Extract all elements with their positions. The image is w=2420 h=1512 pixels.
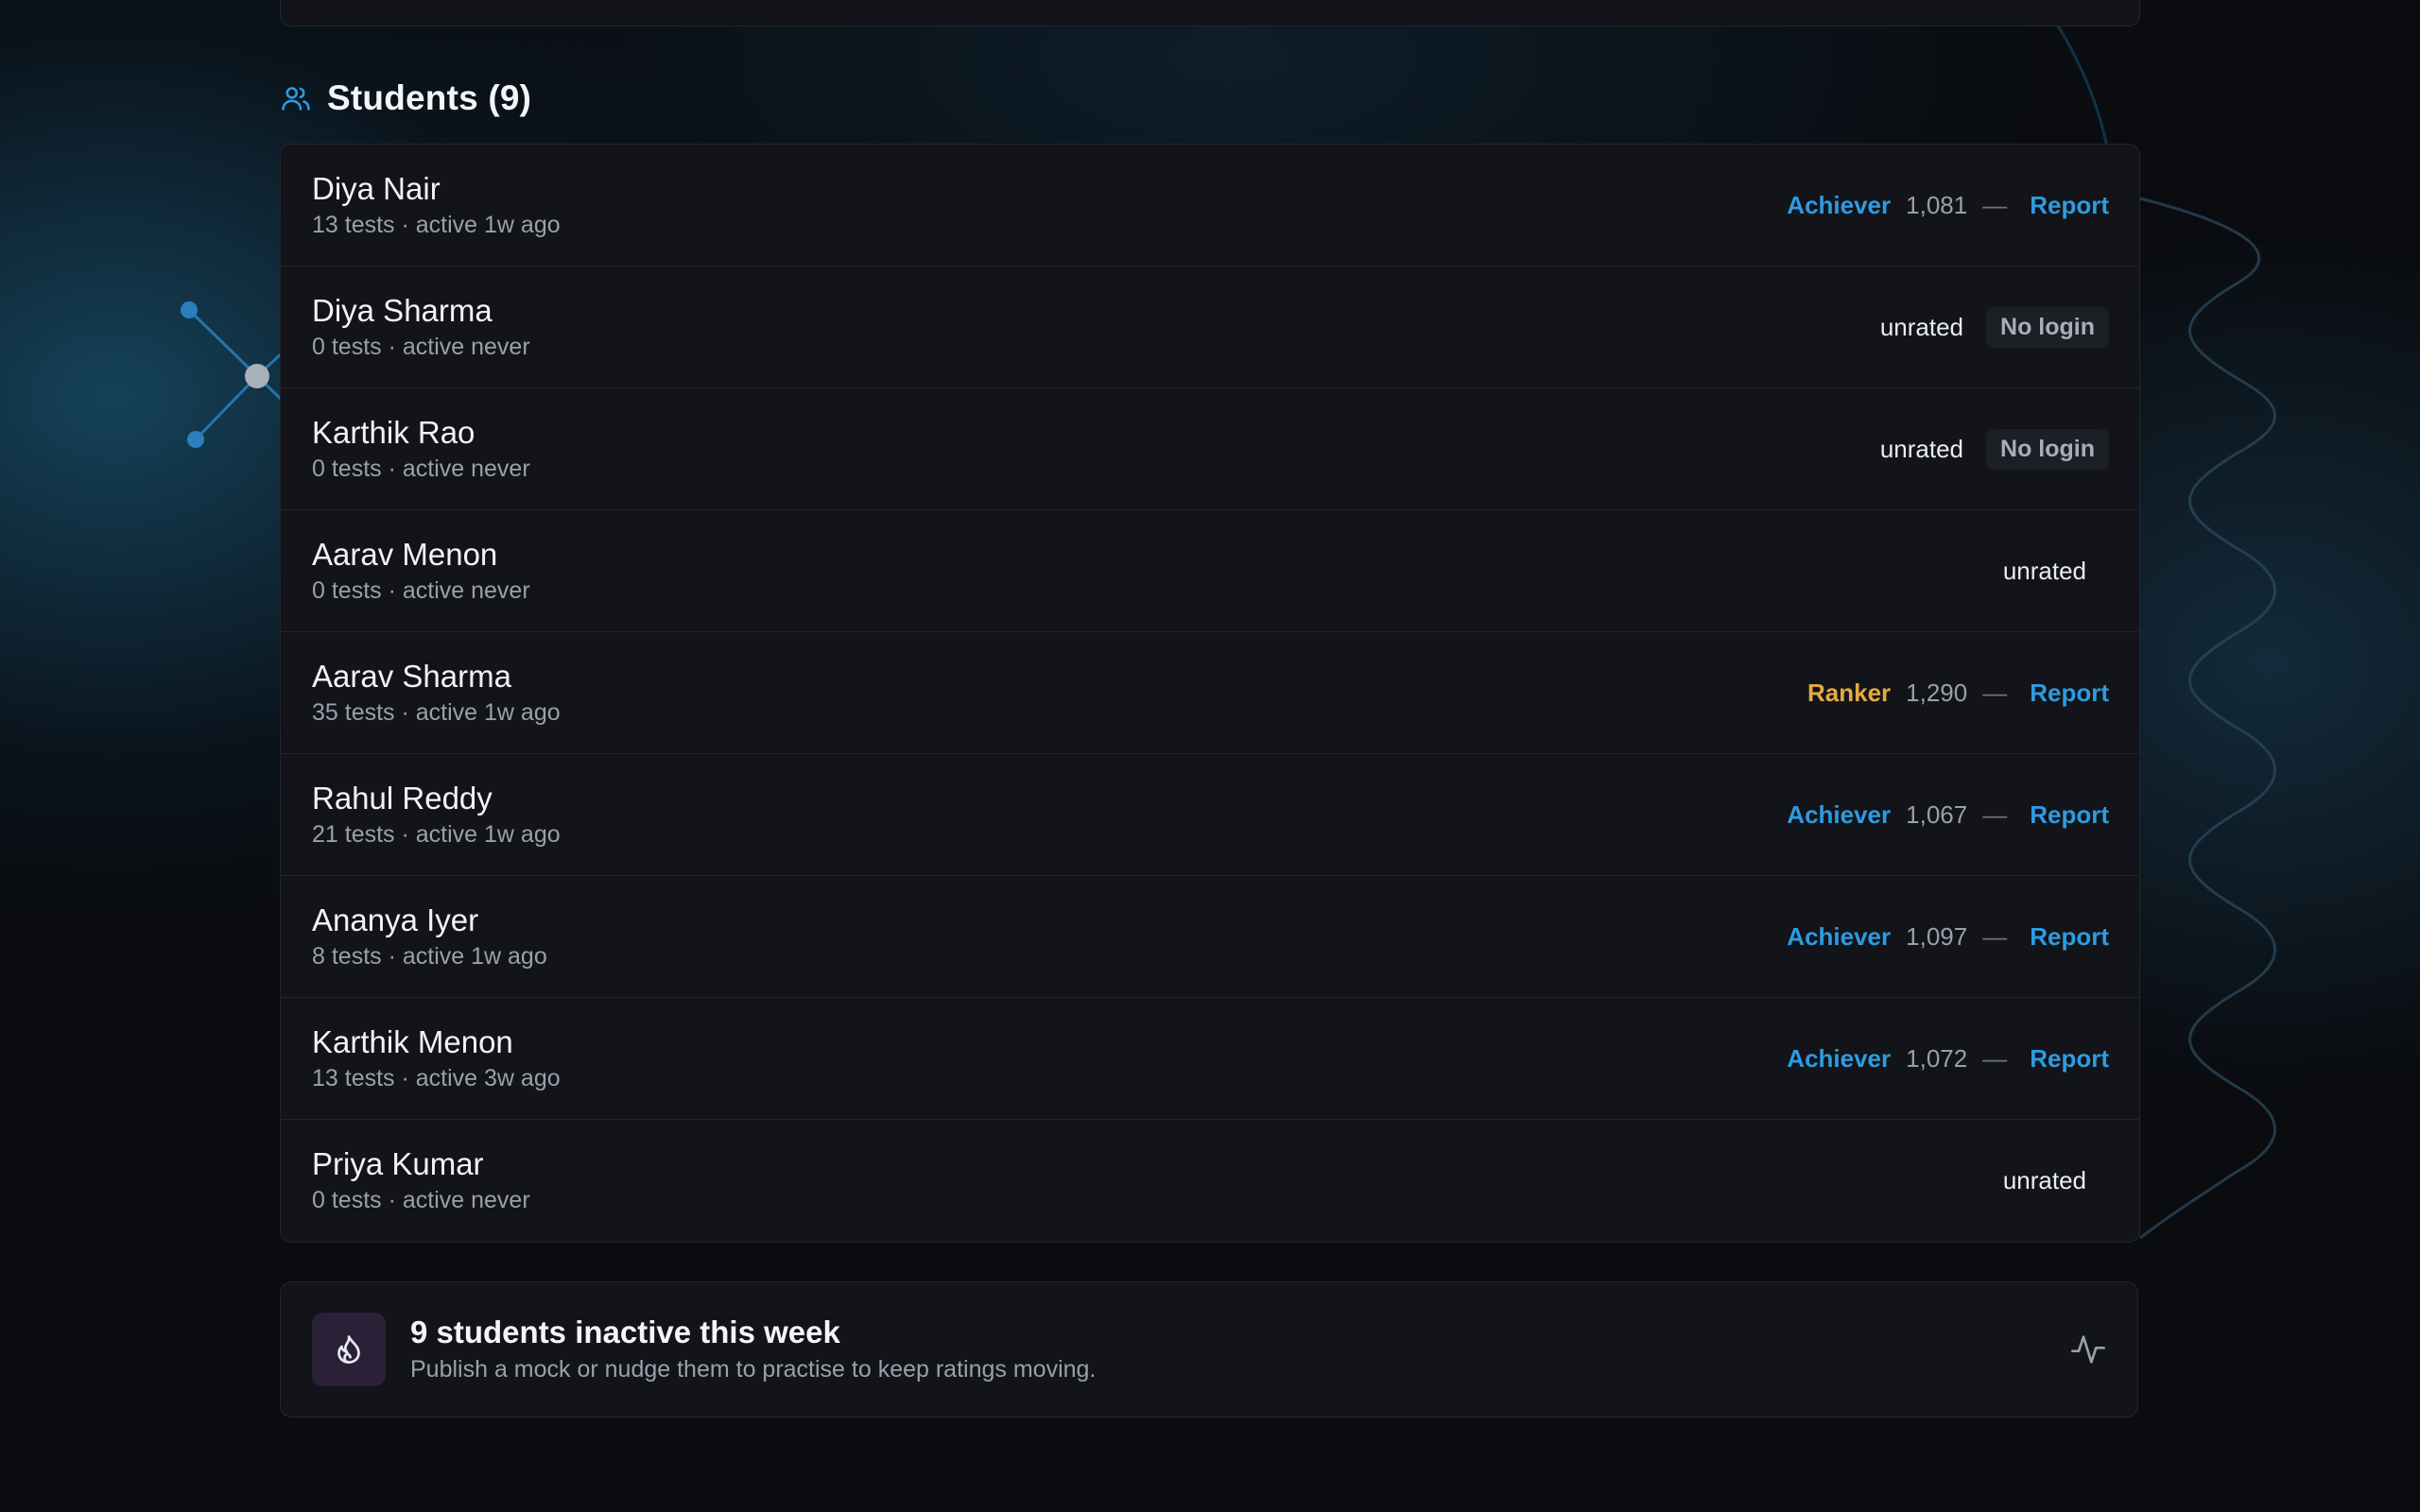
student-meta: 21 tests · active 1w ago (312, 820, 561, 848)
rating-value: 1,072 (1906, 1043, 1968, 1073)
student-info: Karthik Menon 13 tests · active 3w ago (312, 1023, 561, 1094)
student-row[interactable]: Ananya Iyer 8 tests · active 1w ago Achiev… (281, 876, 2139, 998)
student-name: Rahul Reddy (312, 780, 493, 816)
student-stats: Achiever 1,081 — Report (1787, 191, 2109, 220)
tier-label: Ranker (1806, 678, 1892, 707)
users-icon (280, 82, 312, 114)
student-row[interactable]: Diya Sharma 0 tests · active never unrated… (281, 266, 2139, 388)
unrated-label: unrated (1879, 312, 1964, 341)
banner-subtitle: Publish a mock or nudge them to practise… (410, 1356, 1097, 1383)
student-stats: Ranker 1,290 — Report (1807, 679, 2109, 708)
section-title: Students (9) (327, 78, 532, 117)
student-meta: 8 tests · active 1w ago (312, 942, 547, 970)
student-meta: 35 tests · active 1w ago (312, 698, 561, 726)
tier-label: Achiever (1787, 1043, 1892, 1073)
student-meta: 13 tests · active 1w ago (312, 211, 561, 238)
student-row[interactable]: Rahul Reddy 21 tests · active 1w ago Achie… (281, 754, 2139, 876)
student-row[interactable]: Priya Kumar 0 tests · active never unrated (281, 1120, 2139, 1242)
tier-label: Achiever (1787, 190, 1892, 219)
student-row[interactable]: Karthik Rao 0 tests · active never unrated… (281, 388, 2139, 510)
activity-icon[interactable] (2069, 1331, 2107, 1368)
no-login-badge: No login (1986, 306, 2109, 348)
trend-dash: — (1982, 921, 2008, 951)
student-stats: unrated (2003, 1166, 2109, 1195)
trend-dash: — (1982, 799, 2008, 829)
student-row[interactable]: Aarav Menon 0 tests · active never unrated (281, 510, 2139, 632)
student-info: Priya Kumar 0 tests · active never (312, 1145, 530, 1216)
rating-value: 1,081 (1906, 190, 1968, 219)
student-name: Karthik Menon (312, 1023, 513, 1059)
report-link[interactable]: Report (2030, 1044, 2109, 1074)
rating-value: 1,067 (1906, 799, 1968, 829)
student-stats: Achiever 1,072 — Report (1787, 1044, 2109, 1074)
student-row[interactable]: Aarav Sharma 35 tests · active 1w ago Rank… (281, 632, 2139, 754)
student-info: Aarav Menon 0 tests · active never (312, 536, 530, 607)
student-meta: 0 tests · active never (312, 1187, 530, 1213)
student-name: Diya Nair (312, 170, 441, 206)
students-section-header: Students (9) (280, 74, 531, 123)
report-link[interactable]: Report (2030, 922, 2109, 952)
student-info: Aarav Sharma 35 tests · active 1w ago (312, 658, 561, 729)
unrated-label: unrated (2002, 556, 2086, 585)
tier-label: Achiever (1787, 799, 1892, 829)
student-row[interactable]: Diya Nair 13 tests · active 1w ago Achieve… (281, 145, 2139, 266)
tier-label: Achiever (1787, 921, 1892, 951)
unrated-label: unrated (2002, 1166, 2086, 1194)
student-name: Aarav Menon (312, 536, 498, 572)
student-name: Aarav Sharma (312, 658, 511, 694)
student-info: Diya Sharma 0 tests · active never (312, 292, 530, 363)
rating-value: 1,097 (1906, 921, 1968, 951)
student-info: Ananya Iyer 8 tests · active 1w ago (312, 902, 547, 972)
trend-dash: — (1982, 190, 2008, 219)
report-link[interactable]: Report (2030, 191, 2109, 220)
student-row[interactable]: Karthik Menon 13 tests · active 3w ago Ach… (281, 998, 2139, 1120)
rating-value: 1,290 (1906, 678, 1968, 707)
report-link[interactable]: Report (2030, 800, 2109, 830)
student-stats: unrated No login (1879, 306, 2109, 348)
student-stats: unrated No login (1879, 428, 2109, 470)
student-name: Priya Kumar (312, 1146, 484, 1181)
student-name: Ananya Iyer (312, 902, 479, 937)
flame-badge (312, 1313, 386, 1386)
student-info: Rahul Reddy 21 tests · active 1w ago (312, 780, 561, 850)
student-name: Karthik Rao (312, 414, 475, 450)
no-login-badge: No login (1986, 428, 2109, 470)
trend-dash: — (1982, 1043, 2008, 1073)
banner-title: 9 students inactive this week (410, 1314, 840, 1349)
student-stats: Achiever 1,097 — Report (1787, 922, 2109, 952)
student-meta: 13 tests · active 3w ago (312, 1064, 561, 1091)
student-meta: 0 tests · active never (312, 333, 530, 360)
student-name: Diya Sharma (312, 292, 493, 328)
trend-dash: — (1982, 678, 2008, 707)
flame-icon (337, 1335, 360, 1364)
inactive-banner: 9 students inactive this week Publish a … (280, 1281, 2138, 1418)
student-stats: unrated (2003, 557, 2109, 586)
student-stats: Achiever 1,067 — Report (1787, 800, 2109, 830)
student-meta: 0 tests · active never (312, 576, 530, 604)
previous-card (280, 0, 2140, 26)
student-info: Diya Nair 13 tests · active 1w ago (312, 170, 561, 241)
unrated-label: unrated (1879, 434, 1964, 463)
student-meta: 0 tests · active never (312, 455, 530, 482)
student-list: Diya Nair 13 tests · active 1w ago Achieve… (280, 144, 2140, 1243)
report-link[interactable]: Report (2030, 679, 2109, 708)
student-info: Karthik Rao 0 tests · active never (312, 414, 530, 485)
